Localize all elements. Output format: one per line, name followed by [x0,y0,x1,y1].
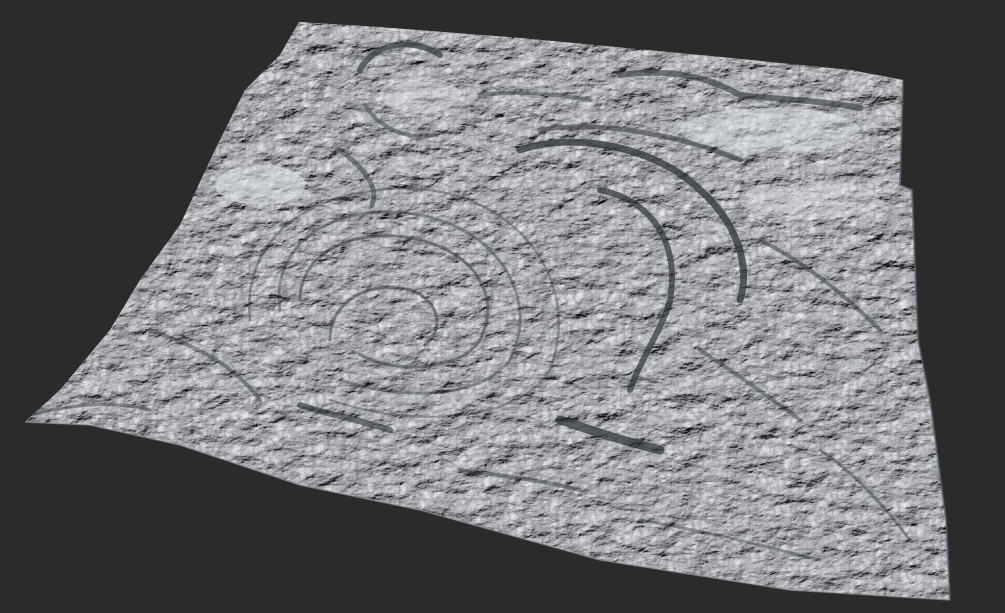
render-viewport [0,0,1005,613]
terrain-render [24,22,951,601]
terrain-mesh [24,22,951,601]
